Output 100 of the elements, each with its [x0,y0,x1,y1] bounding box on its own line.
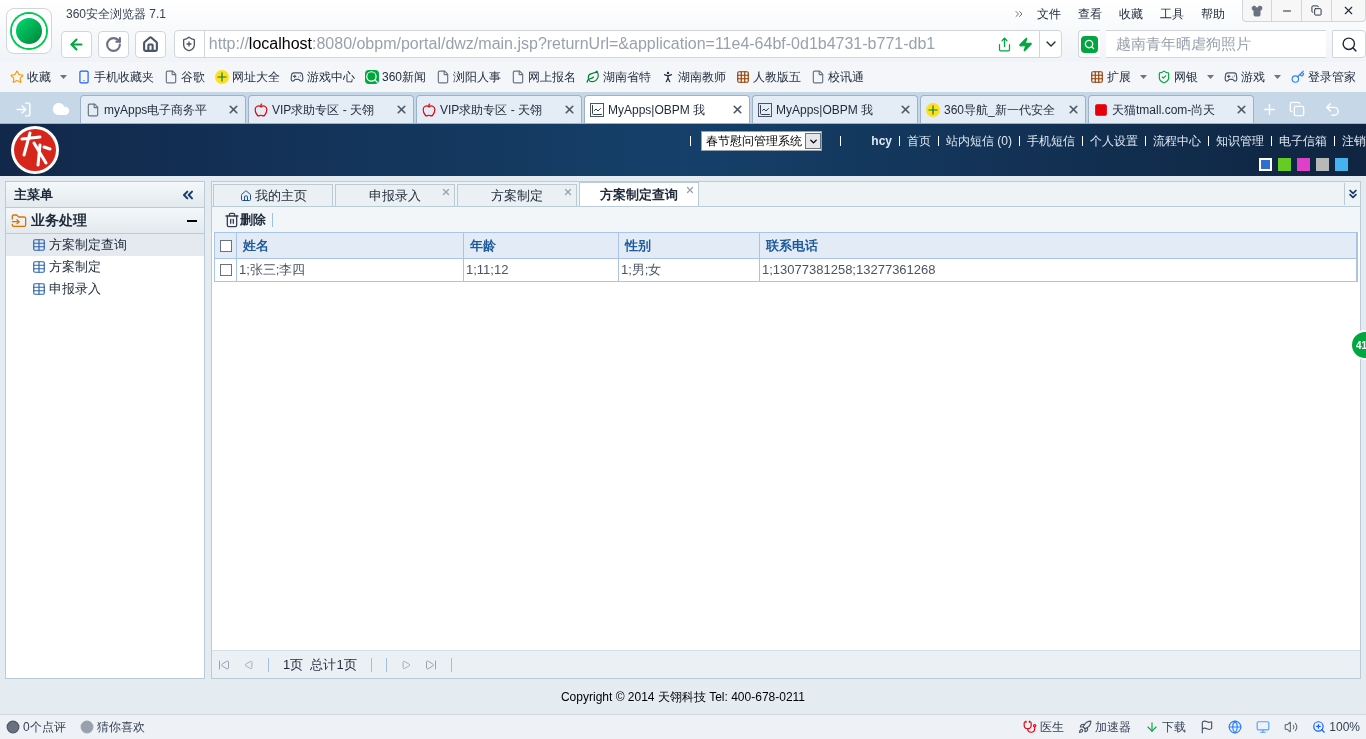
bookmark-item[interactable]: 谷歌 [164,68,205,86]
table-cell: 1;张三;李四 [237,259,464,281]
bookmark-item[interactable]: 360新闻 [365,68,427,86]
delete-button[interactable]: 删除 [224,209,266,230]
bookmark-item[interactable]: 人教版五 [736,68,802,86]
first-page-icon[interactable] [218,658,230,671]
content-tab[interactable]: 方案制定 [457,184,577,206]
browser-tab[interactable]: MyApps|OBPM 我 [752,95,918,123]
browser-tab[interactable]: 360导航_新一代安全 [920,95,1086,123]
sidebar-item[interactable]: 方案制定查询 [6,234,204,256]
browser-tab[interactable]: VIP求助专区 - 天翎 [416,95,582,123]
url-text: http://localhost:8080/obpm/portal/dwz/main.jsp?returnUrl=&application=11e4-64bf-0d1b4731-b771-db1 [208,34,937,54]
status-item[interactable]: 0个点评 [6,718,66,736]
search-field[interactable]: 越南青年晒虐狗照片 [1106,30,1326,58]
header-link[interactable]: 个人设置 [1090,132,1138,150]
plus-icon [215,70,229,84]
header-link[interactable]: 注销 [1342,132,1366,150]
status-item[interactable]: 100% [1312,718,1360,736]
tab-close-icon[interactable] [563,103,576,116]
bookmark-item[interactable]: 收藏 [10,68,67,86]
content-tab[interactable]: 我的主页 [213,184,333,206]
menu-item[interactable]: 工具 [1160,5,1184,23]
leaf-icon [586,70,601,84]
window-title: 360安全浏览器 7.1 [66,6,167,23]
table-cell: 1;13077381258;13277361268 [760,259,1357,281]
dot-icon [79,720,94,734]
phone-icon [77,70,91,84]
more-icon[interactable] [1013,8,1025,20]
back-button[interactable] [61,30,92,58]
column-header[interactable]: 年龄 [464,233,619,258]
last-page-icon[interactable] [424,658,437,671]
menu-item[interactable]: 查看 [1078,5,1102,23]
column-header[interactable]: 姓名 [237,233,464,258]
browser-logo-icon [6,8,52,54]
tab-close-icon[interactable] [1067,103,1080,116]
tab-close-icon[interactable] [731,103,744,116]
content-tab[interactable]: 方案制定查询 [579,182,699,206]
select-all-checkbox[interactable] [219,239,232,252]
header-link[interactable]: 知识管理 [1216,132,1264,150]
globe-icon [1228,720,1243,734]
status-item[interactable]: 猜你喜欢 [79,718,145,736]
theme-swatch[interactable] [1259,158,1272,171]
theme-swatch[interactable] [1335,158,1348,171]
address-bar[interactable]: http://localhost:8080/obpm/portal/dwz/main.jsp?returnUrl=&application=11e4-64bf-0d1b4731-b771-db1 [174,30,1062,58]
tab-list-icon[interactable] [1344,183,1360,205]
column-header[interactable]: 联系电话 [760,233,1357,258]
share-icon[interactable] [997,36,1013,52]
theme-swatch[interactable] [1278,158,1291,171]
toolbar-item[interactable]: 扩展 [1090,68,1147,86]
theme-swatch[interactable] [1297,158,1310,171]
bookmark-item[interactable]: 浏阳人事 [436,68,502,86]
browser-tab[interactable]: MyApps|OBPM 我 [584,95,750,123]
header-link[interactable]: 流程中心 [1153,132,1201,150]
tab-close-icon[interactable] [899,103,912,116]
header-link[interactable]: 首页 [907,132,931,150]
bookmark-item[interactable]: 网址大全 [215,68,280,86]
browser-tab[interactable]: VIP求助专区 - 天翎 [248,95,414,123]
caret-icon[interactable] [60,75,67,79]
tab-close-icon[interactable] [395,103,408,116]
flag-icon [1200,720,1215,734]
browser-tab[interactable]: myApps电子商务平 [80,95,246,123]
home-button[interactable] [135,30,166,58]
toolbar-item[interactable]: 游戏 [1224,68,1281,86]
grid-icon [1090,70,1104,84]
search-engine-icon[interactable] [1078,30,1100,58]
caret-icon[interactable] [1207,75,1214,79]
content-tab[interactable]: 申报录入 [335,184,455,206]
menu-item[interactable]: 帮助 [1201,5,1225,23]
bookmark-item[interactable]: 游戏中心 [290,68,355,86]
status-item[interactable]: 下载 [1145,718,1187,736]
row-checkbox[interactable] [219,264,232,276]
lightning-icon[interactable] [1018,36,1034,52]
tab-close-icon[interactable] [227,103,240,116]
status-item[interactable]: 医生 [1023,718,1065,736]
menu-item[interactable]: 文件 [1037,5,1061,23]
sidebar-item[interactable]: 方案制定 [6,256,204,278]
bookmark-item[interactable]: 湖南教师 [661,68,727,86]
sidebar-item[interactable]: 申报录入 [6,278,204,300]
header-link[interactable]: 手机短信 [1027,132,1075,150]
bookmark-item[interactable]: 校讯通 [811,68,865,86]
toolbar-item[interactable]: 登录管家 [1291,68,1356,86]
bookmark-item[interactable]: 网上报名 [511,68,577,86]
search-icon[interactable] [1332,30,1366,58]
menu-item[interactable]: 收藏 [1119,5,1143,23]
menu-group-header[interactable]: 业务处理 [6,208,204,234]
refresh-button[interactable] [98,30,129,58]
browser-tab[interactable]: 天猫tmall.com-尚天 [1088,95,1254,123]
header-link[interactable]: 站内短信 (0) [946,132,1012,150]
tab-close-icon[interactable] [1235,103,1248,116]
caret-icon[interactable] [1274,75,1281,79]
system-select[interactable]: 春节慰问管理系统 [701,131,823,151]
caret-icon[interactable] [1140,75,1147,79]
theme-swatch[interactable] [1316,158,1329,171]
bookmark-item[interactable]: 湖南省特 [586,68,652,86]
toolbar-item[interactable]: 网银 [1157,68,1214,86]
bookmark-item[interactable]: 手机收藏夹 [77,68,154,86]
column-header[interactable]: 性别 [619,233,760,258]
header-link[interactable]: hcy [871,132,892,150]
status-item[interactable]: 加速器 [1078,718,1132,736]
header-link[interactable]: 电子信箱 [1279,132,1327,150]
